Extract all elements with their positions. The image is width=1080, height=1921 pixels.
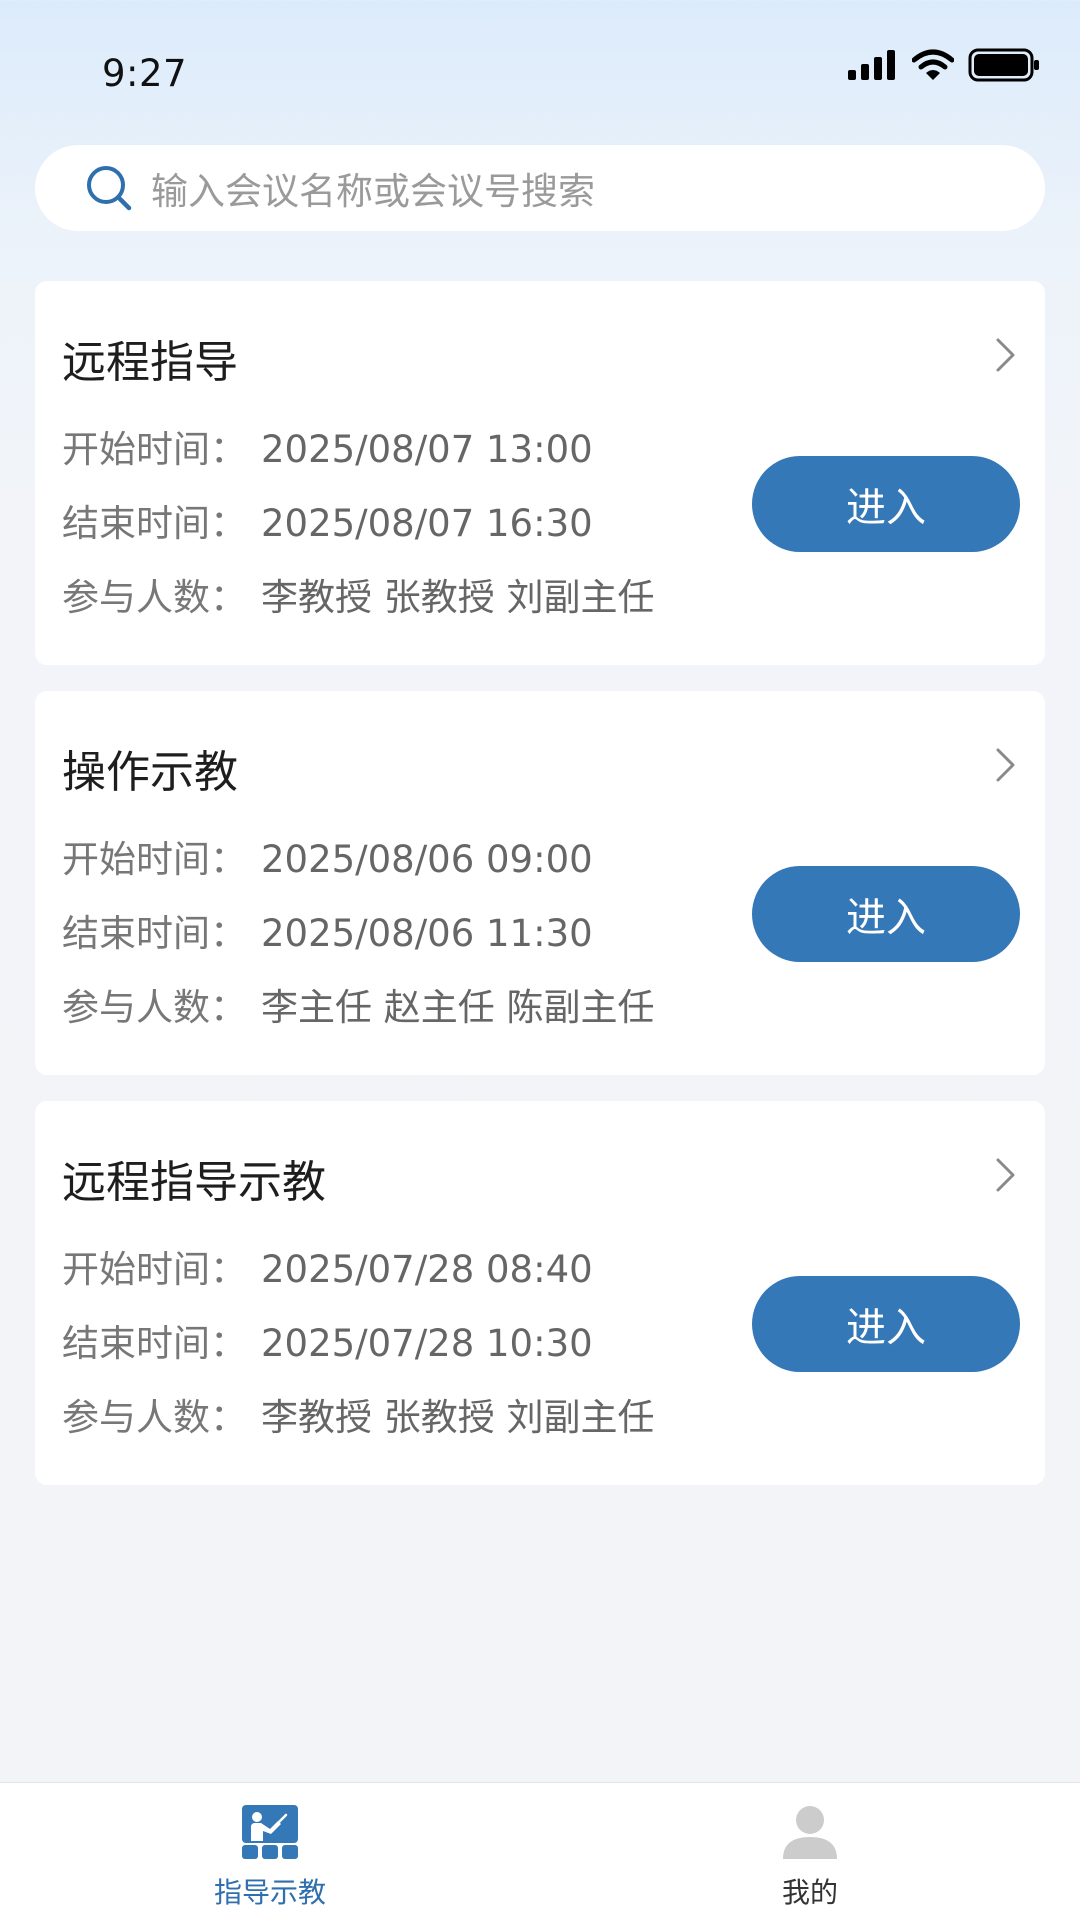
meeting-title: 操作示教 bbox=[62, 747, 238, 798]
search-input[interactable]: 输入会议名称或会议号搜索 bbox=[151, 161, 595, 215]
meeting-title: 远程指导示教 bbox=[62, 1157, 326, 1208]
participants-label: 参与人数： bbox=[62, 576, 247, 619]
enter-button[interactable]: 进入 bbox=[752, 456, 1020, 552]
meeting-card[interactable]: 远程指导 开始时间： 2025/08/07 13:00 结束时间： 2025/08/… bbox=[35, 281, 1045, 665]
end-time-row: 结束时间： 2025/08/06 11:30 bbox=[62, 903, 593, 957]
wifi-icon bbox=[912, 49, 954, 80]
start-time-row: 开始时间： 2025/07/28 08:40 bbox=[62, 1239, 593, 1293]
start-time-row: 开始时间： 2025/08/06 09:00 bbox=[62, 829, 593, 883]
meeting-card[interactable]: 远程指导示教 开始时间： 2025/07/28 08:40 结束时间： 2025/0… bbox=[35, 1101, 1045, 1485]
chevron-right-icon[interactable] bbox=[993, 745, 1019, 785]
tab-bar: 指导示教 我的 bbox=[0, 1782, 1080, 1921]
start-time-row: 开始时间： 2025/08/07 13:00 bbox=[62, 419, 593, 473]
start-time-label: 开始时间： bbox=[62, 1248, 247, 1291]
start-time-label: 开始时间： bbox=[62, 428, 247, 471]
end-time-row: 结束时间： 2025/08/07 16:30 bbox=[62, 493, 593, 547]
participants-row: 参与人数： 李教授 张教授 刘副主任 bbox=[62, 1387, 655, 1441]
start-time-value: 2025/08/07 13:00 bbox=[261, 428, 593, 471]
participants-row: 参与人数： 李主任 赵主任 陈副主任 bbox=[62, 977, 655, 1031]
status-icons bbox=[848, 48, 1040, 82]
participants-label: 参与人数： bbox=[62, 986, 247, 1029]
enter-button[interactable]: 进入 bbox=[752, 866, 1020, 962]
start-time-value: 2025/07/28 08:40 bbox=[261, 1248, 593, 1291]
end-time-row: 结束时间： 2025/07/28 10:30 bbox=[62, 1313, 593, 1367]
participants-label: 参与人数： bbox=[62, 1396, 247, 1439]
tab-label: 指导示教 bbox=[213, 1876, 326, 1909]
tab-teaching[interactable]: 指导示教 bbox=[0, 1783, 540, 1921]
start-time-value: 2025/08/06 09:00 bbox=[261, 838, 593, 881]
profile-icon bbox=[783, 1806, 837, 1859]
status-bar: 9:27 bbox=[0, 0, 1080, 140]
search-icon bbox=[87, 166, 132, 211]
chevron-right-icon[interactable] bbox=[993, 335, 1019, 375]
end-time-value: 2025/08/07 16:30 bbox=[261, 502, 593, 545]
end-time-value: 2025/08/06 11:30 bbox=[261, 912, 593, 955]
participants-row: 参与人数： 李教授 张教授 刘副主任 bbox=[62, 567, 655, 621]
meeting-title: 远程指导 bbox=[62, 337, 238, 388]
teaching-icon bbox=[242, 1805, 298, 1859]
end-time-value: 2025/07/28 10:30 bbox=[261, 1322, 593, 1365]
search-bar[interactable]: 输入会议名称或会议号搜索 bbox=[35, 145, 1045, 231]
tab-label: 我的 bbox=[781, 1876, 838, 1909]
start-time-label: 开始时间： bbox=[62, 838, 247, 881]
participants-value: 李教授 张教授 刘副主任 bbox=[261, 1396, 655, 1439]
participants-value: 李教授 张教授 刘副主任 bbox=[261, 576, 655, 619]
enter-button[interactable]: 进入 bbox=[752, 1276, 1020, 1372]
status-time: 9:27 bbox=[102, 52, 188, 95]
tab-profile[interactable]: 我的 bbox=[540, 1783, 1080, 1921]
end-time-label: 结束时间： bbox=[62, 502, 247, 545]
signal-icon bbox=[848, 50, 895, 80]
battery-icon bbox=[968, 48, 1039, 82]
meeting-card[interactable]: 操作示教 开始时间： 2025/08/06 09:00 结束时间： 2025/08/… bbox=[35, 691, 1045, 1075]
chevron-right-icon[interactable] bbox=[993, 1155, 1019, 1195]
participants-value: 李主任 赵主任 陈副主任 bbox=[261, 986, 655, 1029]
end-time-label: 结束时间： bbox=[62, 912, 247, 955]
end-time-label: 结束时间： bbox=[62, 1322, 247, 1365]
